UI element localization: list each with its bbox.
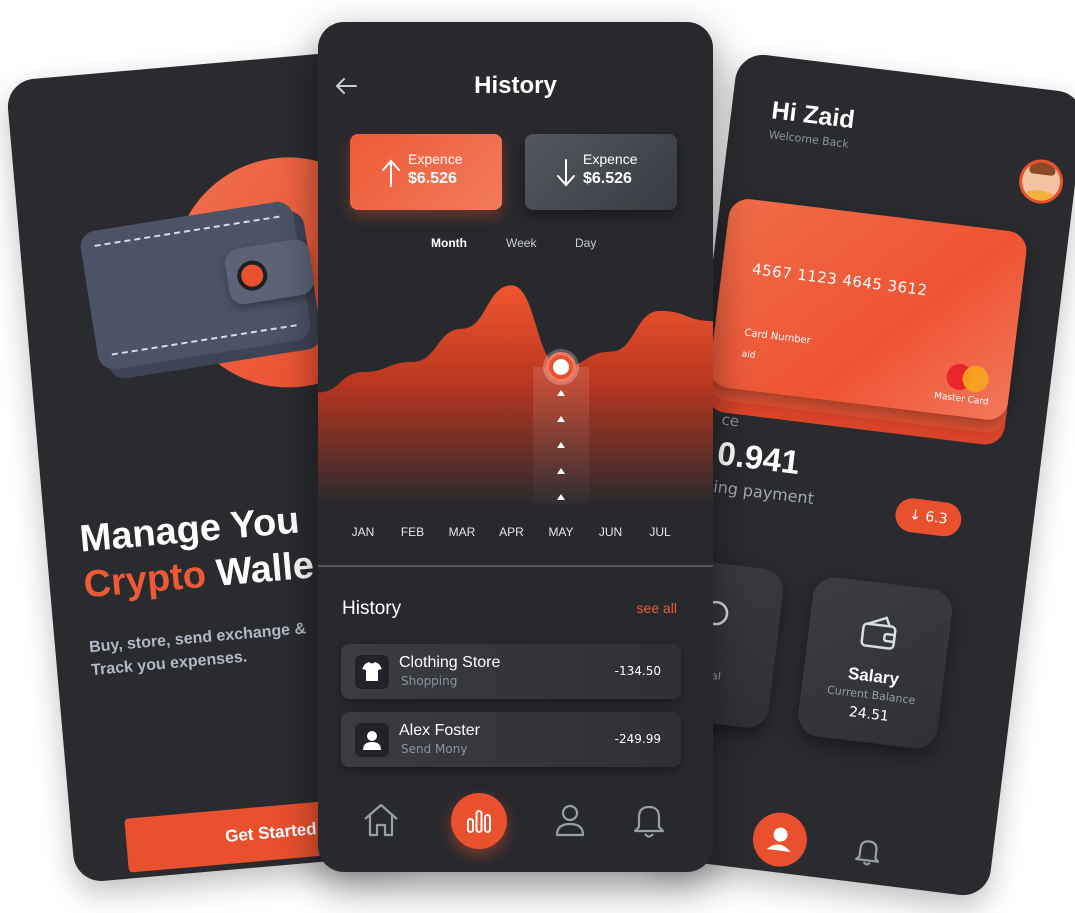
home-icon[interactable] [361, 800, 401, 840]
section-divider [318, 565, 713, 567]
arrow-down-icon: ↓ [908, 506, 922, 525]
chart-nav-button[interactable] [451, 793, 507, 849]
balance-label: ce [720, 410, 741, 431]
title-crypto: Crypto [81, 553, 208, 607]
expense-label: Expence [583, 151, 638, 167]
avatar-shirt [1021, 188, 1057, 207]
avatar-hair [1029, 161, 1057, 177]
wallet-button [235, 258, 270, 293]
card-holder-label: aid [741, 349, 757, 361]
arrow-down-icon [557, 159, 575, 187]
card-number-label: Card Number [743, 327, 812, 347]
transaction-name: Alex Foster [399, 722, 480, 739]
transaction-amount: -134.50 [614, 664, 661, 678]
month-tick-label: JUL [649, 525, 671, 539]
change-badge[interactable]: ↓ 6.3 [893, 496, 964, 539]
month-tick-label: JUN [598, 525, 623, 539]
transaction-row[interactable]: Alex Foster Send Mony -249.99 [341, 712, 681, 767]
month-tick-label: APR [499, 525, 524, 539]
wallet-stitch [94, 215, 280, 247]
expense-amount: $6.526 [583, 170, 632, 187]
credit-card[interactable]: 4567 1123 4645 3612 Card Number aid Mast… [707, 196, 1029, 422]
expense-label: Expence [408, 151, 463, 167]
user-icon [766, 827, 791, 852]
tab-day[interactable]: Day [575, 236, 596, 250]
month-tick-label: MAR [448, 525, 476, 539]
transaction-category: Shopping [401, 674, 458, 688]
area-series [318, 285, 713, 505]
tshirt-icon [362, 662, 382, 681]
history-section-title: History [342, 598, 402, 619]
mastercard-logo-yellow [961, 364, 991, 394]
wallet-icon [860, 616, 897, 650]
month-tick-label: FEB [400, 525, 425, 539]
salary-tile[interactable]: Salary Current Balance 24.51 [795, 574, 955, 751]
transaction-row[interactable]: Clothing Store Shopping -134.50 [341, 644, 681, 699]
user-icon[interactable] [550, 800, 590, 840]
page-title: History [474, 72, 557, 99]
card-number: 4567 1123 4645 3612 [751, 260, 929, 300]
arrow-up-icon [382, 159, 400, 187]
bell-icon[interactable] [629, 800, 669, 840]
tab-month[interactable]: Month [431, 236, 467, 250]
highlight-column [533, 367, 589, 505]
transaction-name: Clothing Store [399, 654, 501, 671]
wallet-clasp [222, 237, 316, 307]
chart-icon [467, 810, 491, 833]
month-tick-label: JAN [351, 525, 375, 539]
transaction-icon-box [355, 655, 389, 689]
transaction-icon-box [355, 723, 389, 757]
expense-area-chart[interactable] [318, 260, 713, 520]
bell-icon[interactable] [850, 834, 886, 870]
title-wallet: Walle [214, 544, 316, 595]
expense-amount: $6.526 [408, 170, 457, 187]
expense-card-down[interactable]: Expence $6.526 [525, 134, 677, 210]
incoming-payment-label: ing payment [712, 476, 816, 509]
transaction-amount: -249.99 [614, 732, 661, 746]
tab-week[interactable]: Week [506, 236, 536, 250]
month-tick-label: MAY [548, 525, 574, 539]
highlight-point-center [553, 359, 569, 375]
expense-card-up[interactable]: Expence $6.526 [350, 134, 502, 210]
history-screen: History Expence $6.526 Expence $6.526 Mo… [318, 22, 713, 872]
change-value: 6.3 [924, 508, 949, 528]
user-icon [363, 731, 381, 750]
avatar[interactable] [1016, 156, 1066, 207]
card-brand: Master Card [933, 391, 990, 408]
balance-value: 0.941 [715, 434, 802, 482]
subtitle-line1: Buy, store, send exchange & [88, 620, 307, 657]
see-all-link[interactable]: see all [637, 600, 677, 616]
transaction-category: Send Mony [401, 742, 468, 756]
profile-nav-button[interactable] [749, 809, 811, 870]
